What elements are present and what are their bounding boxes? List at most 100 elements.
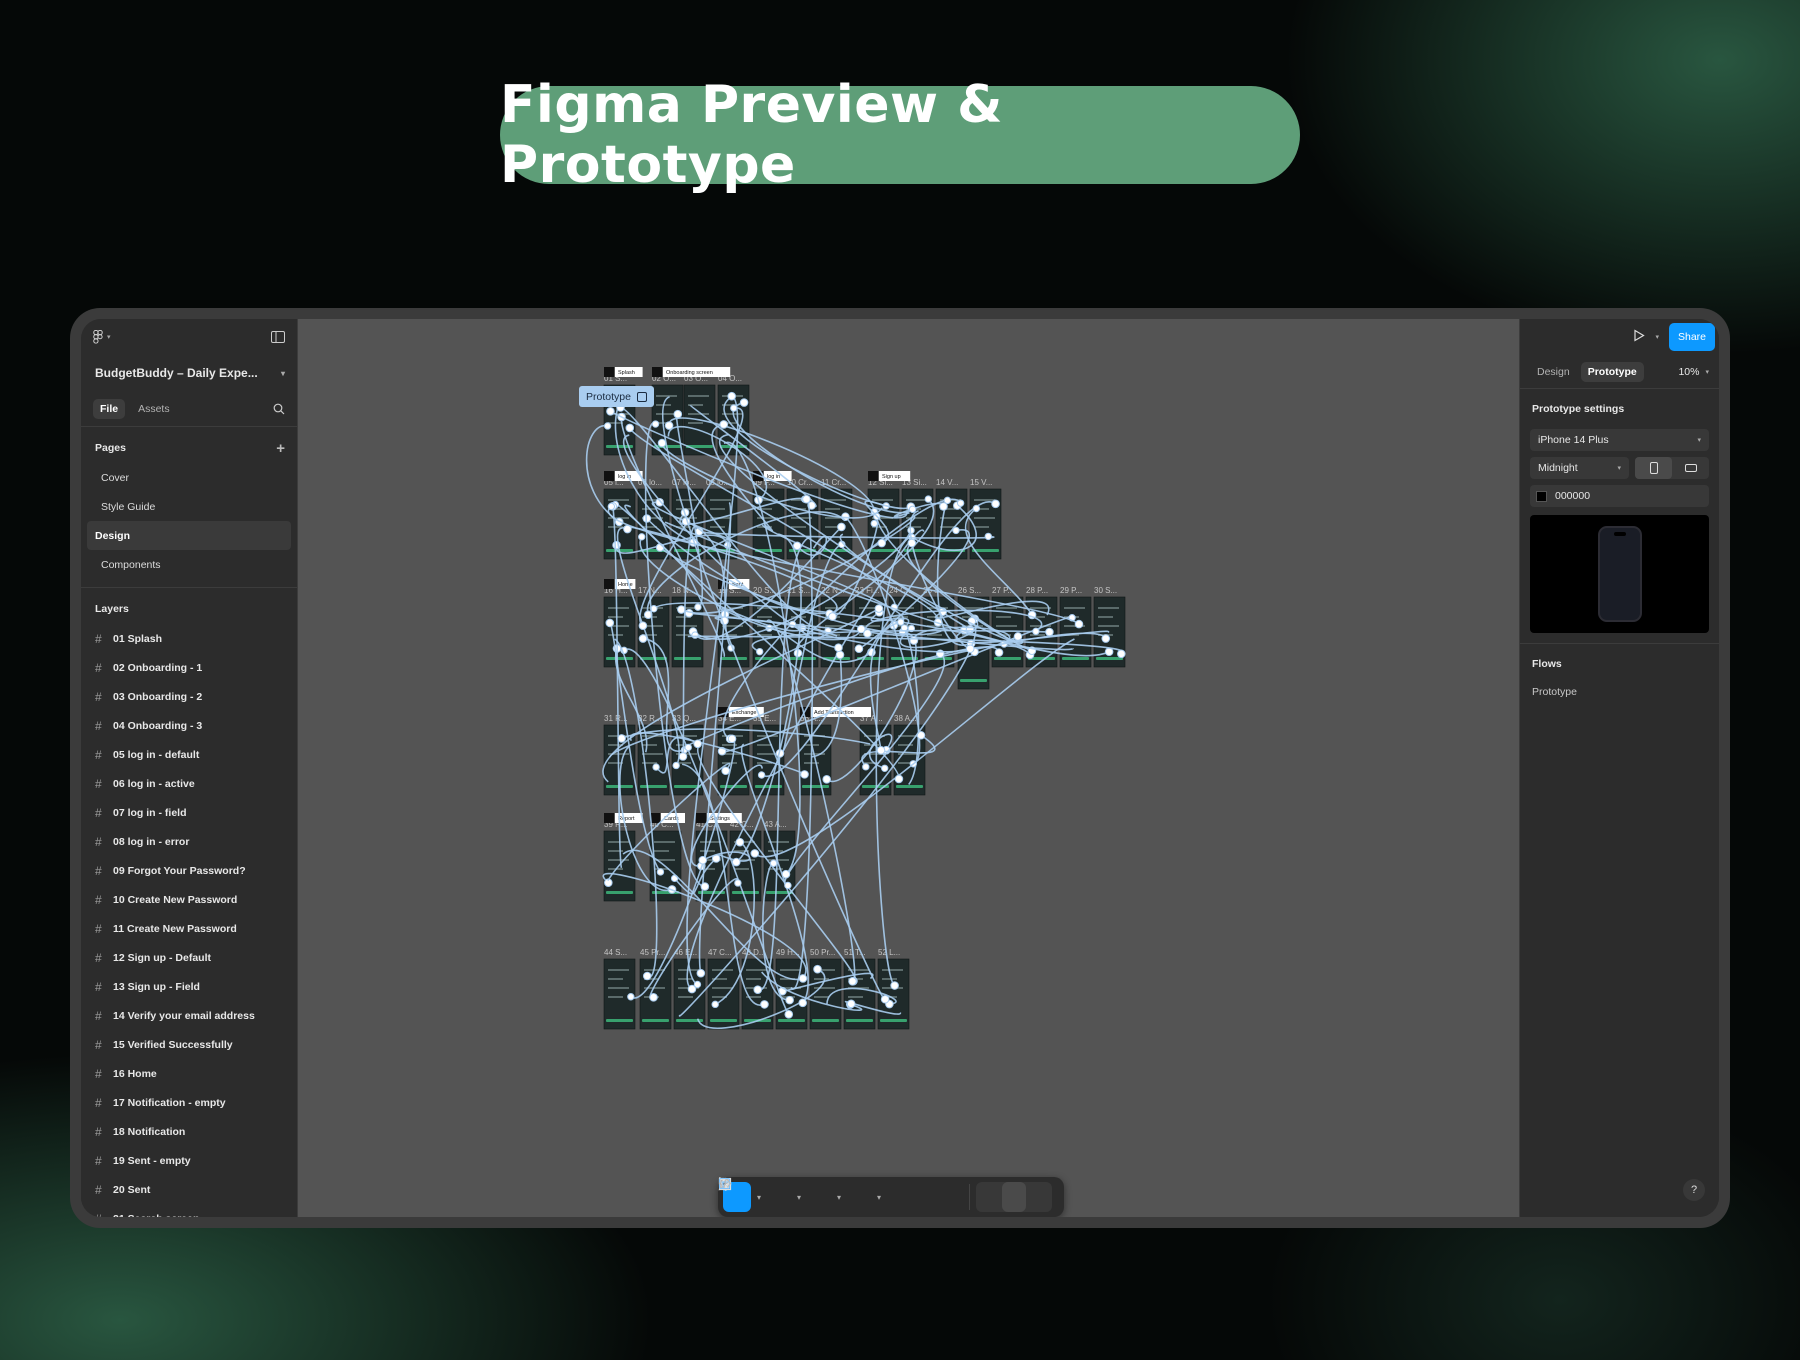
layer-item[interactable]: #14 Verify your email address xyxy=(81,1001,297,1030)
add-page-icon[interactable]: + xyxy=(276,440,285,457)
layer-item[interactable]: #18 Notification xyxy=(81,1117,297,1146)
layer-item[interactable]: #05 log in - default xyxy=(81,740,297,769)
help-button[interactable]: ? xyxy=(1683,1179,1705,1201)
comment-tool-button[interactable] xyxy=(718,1177,937,1212)
frame-button xyxy=(870,549,897,552)
divider xyxy=(81,587,297,588)
chevron-down-icon[interactable]: ▾ xyxy=(833,1182,845,1212)
frame-content-line xyxy=(898,744,913,746)
layer-item[interactable]: #16 Home xyxy=(81,1059,297,1088)
connection-node xyxy=(696,968,706,978)
file-name-row[interactable]: BudgetBuddy – Daily Expe... ▾ xyxy=(81,355,297,391)
connection-node xyxy=(837,522,846,532)
background-hex-value[interactable]: 000000 xyxy=(1555,490,1590,502)
frame-button xyxy=(880,1019,907,1022)
layer-item[interactable]: #19 Sent - empty xyxy=(81,1146,297,1175)
layer-item[interactable]: #03 Onboarding - 2 xyxy=(81,682,297,711)
chevron-down-icon[interactable]: ▾ xyxy=(793,1182,805,1212)
frame-content-line xyxy=(642,744,657,746)
background-color-field[interactable]: 000000 xyxy=(1530,485,1709,507)
layer-label: 19 Sent - empty xyxy=(113,1154,191,1167)
device-select-value: iPhone 14 Plus xyxy=(1538,434,1609,446)
layer-item[interactable]: #09 Forgot Your Password? xyxy=(81,856,297,885)
sidebar-toggle-icon[interactable] xyxy=(271,331,285,343)
frame-content-line xyxy=(906,499,927,501)
text-tool-button[interactable] xyxy=(720,1178,911,1212)
landscape-icon xyxy=(1684,464,1697,472)
tab-prototype[interactable]: Prototype xyxy=(1580,361,1644,382)
page-cover[interactable]: Cover xyxy=(87,463,291,492)
layer-item[interactable]: #13 Sign up - Field xyxy=(81,972,297,1001)
present-button[interactable] xyxy=(1633,329,1646,345)
canvas[interactable]: 01 S... 02 O... 03 O... 04 O... 05 l... 06 lo… xyxy=(298,319,1519,1217)
page-style-guide[interactable]: Style Guide xyxy=(87,492,291,521)
page-design[interactable]: Design xyxy=(87,521,291,550)
frame-icon: # xyxy=(95,1182,102,1197)
chevron-down-icon[interactable]: ▾ xyxy=(1655,333,1659,341)
portrait-button[interactable] xyxy=(1635,457,1672,479)
chevron-down-icon: ▾ xyxy=(280,368,285,378)
layer-item[interactable]: #06 log in - active xyxy=(81,769,297,798)
pen-tool-button[interactable] xyxy=(719,1178,871,1212)
tab-assets[interactable]: Assets xyxy=(131,399,177,419)
color-swatch[interactable] xyxy=(1536,490,1547,502)
frame-content-line xyxy=(848,996,863,998)
zoom-control[interactable]: 10% ▾ xyxy=(1678,366,1709,378)
layer-label: 02 Onboarding - 1 xyxy=(113,661,203,674)
layer-item[interactable]: #10 Create New Password xyxy=(81,885,297,914)
frame-label: 52 L... xyxy=(878,948,900,957)
pages-header-label: Pages xyxy=(95,442,126,454)
frame-tool-button[interactable] xyxy=(719,1178,791,1212)
layer-item[interactable]: #01 Splash xyxy=(81,624,297,653)
search-icon[interactable] xyxy=(273,403,285,415)
tab-file[interactable]: File xyxy=(93,398,126,419)
layer-label: 04 Onboarding - 3 xyxy=(113,719,203,732)
play-flow-icon xyxy=(636,391,647,402)
connection-node xyxy=(956,499,965,507)
frame-label: 14 V... xyxy=(936,478,958,487)
draw-mode-button[interactable] xyxy=(719,1178,1002,1212)
connection-node xyxy=(924,495,932,503)
shape-tool-button[interactable] xyxy=(718,1177,831,1212)
layer-item[interactable]: #12 Sign up - Default xyxy=(81,943,297,972)
layer-item[interactable]: #07 log in - field xyxy=(81,798,297,827)
connection-node xyxy=(784,881,792,890)
chevron-down-icon[interactable]: ▾ xyxy=(873,1182,885,1212)
connection-node xyxy=(693,739,702,749)
frame-label: 28 P... xyxy=(1026,586,1048,595)
layer-label: 16 Home xyxy=(113,1067,157,1080)
layer-item[interactable]: #21 Search screen xyxy=(81,1204,297,1218)
frame-button xyxy=(812,1019,839,1022)
frame-button xyxy=(674,657,701,660)
design-mode-button[interactable] xyxy=(718,1177,1026,1212)
layer-item[interactable]: #20 Sent xyxy=(81,1175,297,1204)
dev-mode-button[interactable] xyxy=(718,1178,1050,1212)
connection-node xyxy=(1032,627,1040,636)
layer-item[interactable]: #08 log in - error xyxy=(81,827,297,856)
device-preview xyxy=(1530,515,1709,633)
layer-item[interactable]: #17 Notification - empty xyxy=(81,1088,297,1117)
page-components[interactable]: Components xyxy=(87,550,291,579)
flow-item-prototype[interactable]: Prototype xyxy=(1520,678,1719,706)
layer-item[interactable]: #04 Onboarding - 3 xyxy=(81,711,297,740)
prototype-flow-start-chip[interactable]: Prototype xyxy=(579,386,654,407)
connection-node xyxy=(1045,627,1054,637)
device-select[interactable]: iPhone 14 Plus ▾ xyxy=(1530,429,1709,451)
share-button[interactable]: Share xyxy=(1669,323,1715,351)
figma-menu-button[interactable]: ▾ xyxy=(93,330,111,344)
tab-design[interactable]: Design xyxy=(1530,362,1577,382)
frame-content-line xyxy=(768,850,783,852)
layer-item[interactable]: #15 Verified Successfully xyxy=(81,1030,297,1059)
model-color-select[interactable]: Midnight ▾ xyxy=(1530,457,1629,479)
actions-tool-button[interactable] xyxy=(719,1178,963,1212)
connection-node xyxy=(784,1009,794,1019)
layer-list: #01 Splash #02 Onboarding - 1 #03 Onboardi… xyxy=(81,624,297,1218)
layer-item[interactable]: #11 Create New Password xyxy=(81,914,297,943)
layer-label: 15 Verified Successfully xyxy=(113,1038,233,1051)
connection-node xyxy=(627,993,635,1001)
bottom-toolbar: ▾ ▾ ▾ ▾ xyxy=(718,1177,1064,1217)
chevron-down-icon[interactable]: ▾ xyxy=(753,1182,765,1212)
layer-item[interactable]: #02 Onboarding - 1 xyxy=(81,653,297,682)
landscape-button[interactable] xyxy=(1672,457,1709,479)
connection-node xyxy=(698,855,708,865)
